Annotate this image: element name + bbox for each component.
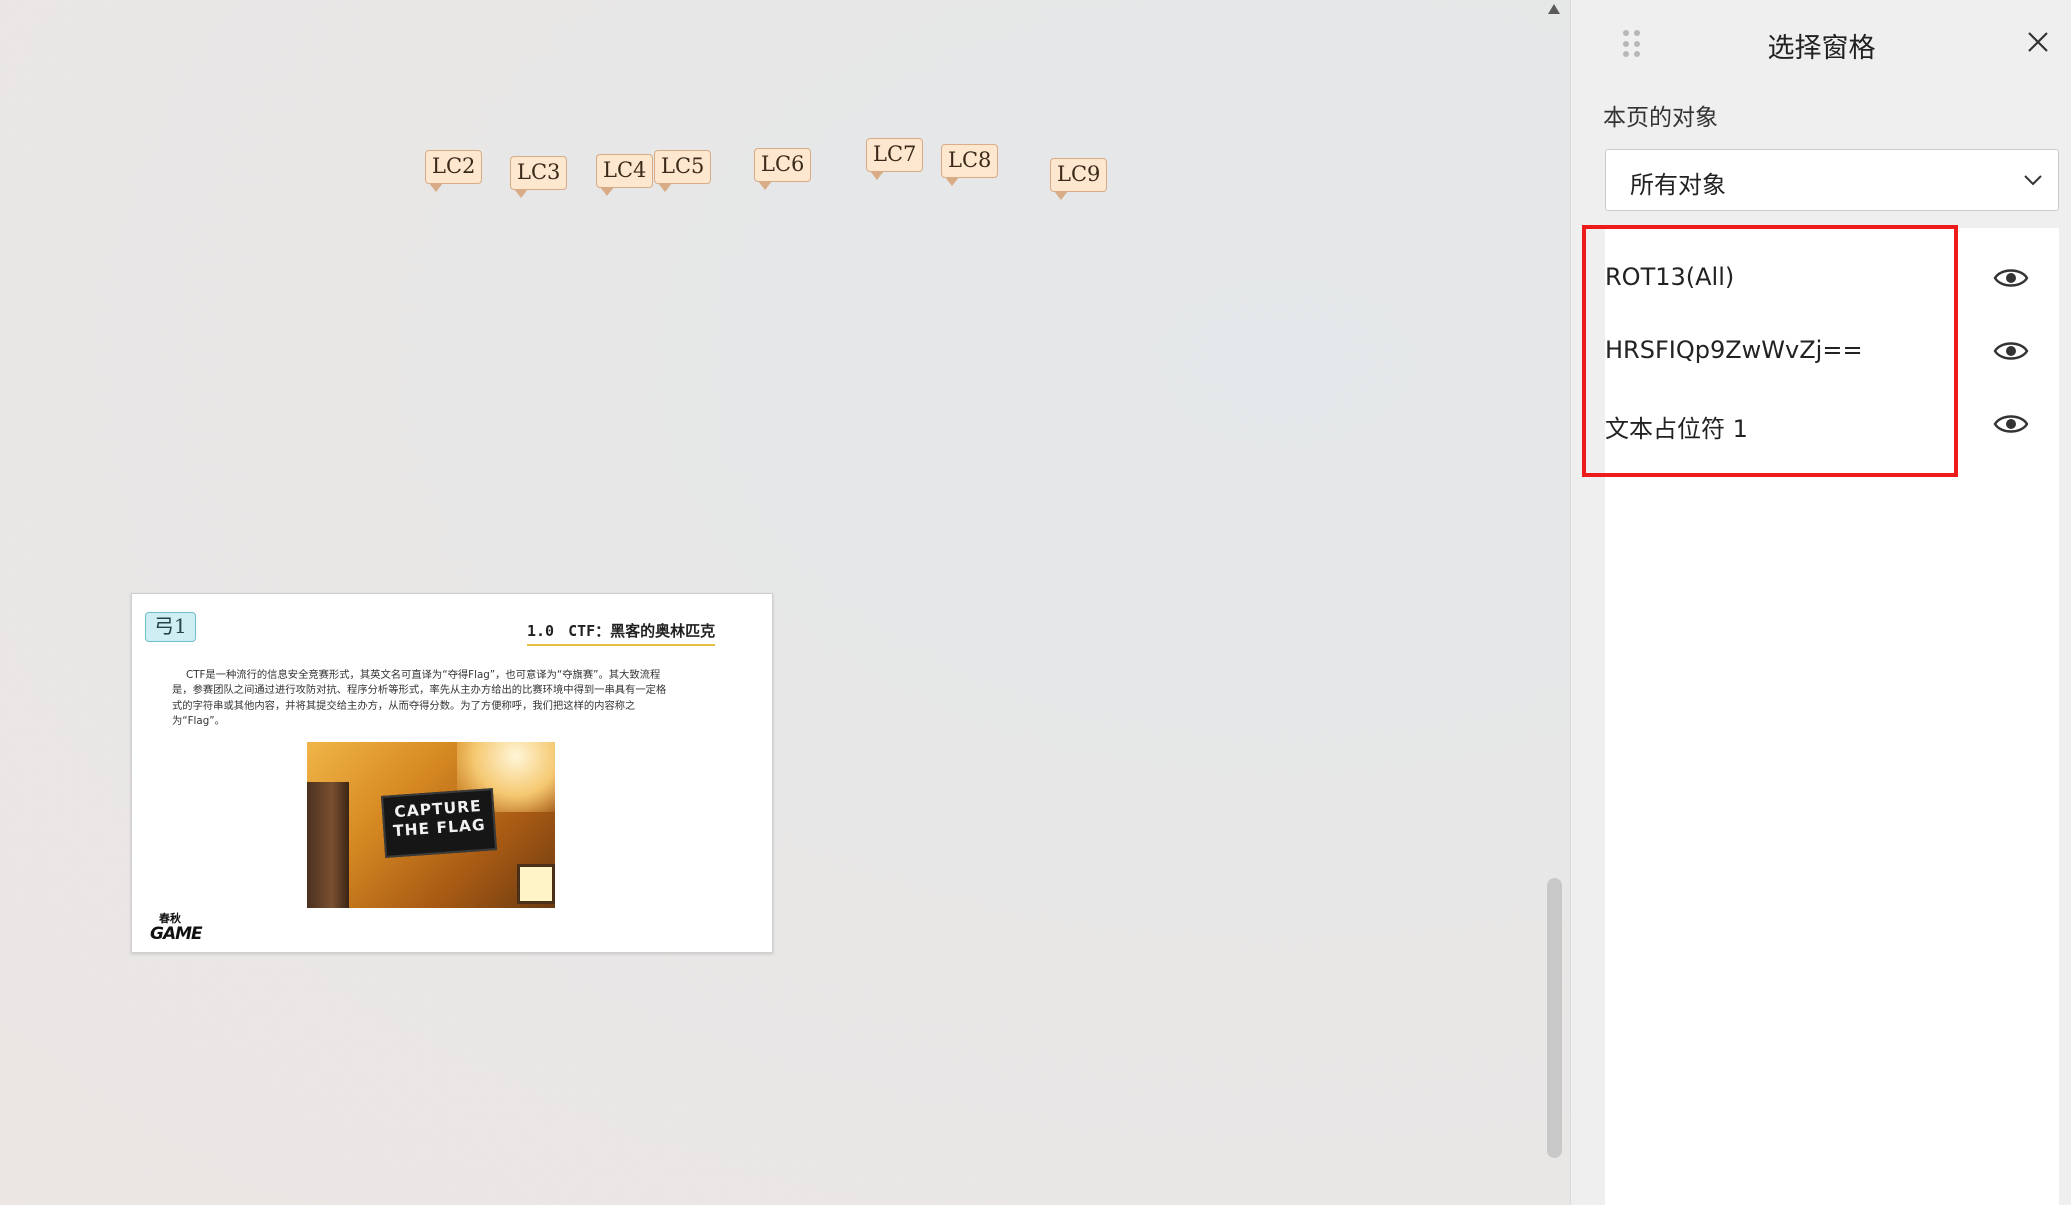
object-name: ROT13(All) <box>1605 263 1735 291</box>
comment-marker[interactable]: LC9 <box>1050 158 1108 200</box>
object-row[interactable]: 文本占位符 1 <box>1605 389 2059 461</box>
object-filter-value: 所有对象 <box>1630 171 1726 199</box>
photo-pillar <box>307 782 349 908</box>
comment-marker[interactable]: LC2 <box>425 150 483 192</box>
comment-marker[interactable]: LC4 <box>596 154 654 196</box>
scroll-up-arrow-icon[interactable] <box>1548 4 1560 14</box>
photo-window <box>517 864 555 904</box>
photo-sign: CAPTURE THE FLAG <box>380 788 498 858</box>
object-row[interactable]: HRSFIQp9ZwWvZj== <box>1605 316 2059 388</box>
comment-marker[interactable]: LC5 <box>654 150 712 192</box>
comment-marker[interactable]: LC3 <box>510 156 568 198</box>
eye-icon[interactable] <box>1993 411 2029 437</box>
object-row[interactable]: ROT13(All) <box>1605 243 2059 315</box>
vertical-scrollbar-thumb[interactable] <box>1547 878 1562 1158</box>
slide-comment-marker[interactable]: 弓1 <box>145 612 196 642</box>
slide-canvas[interactable]: LC2 LC3 LC4 LC5 LC6 LC7 LC8 LC9 弓1 1.0 CT… <box>0 0 1570 1205</box>
slide-heading: 1.0 CTF：黑客的奥林匹克 <box>527 620 716 646</box>
slide-body-text: CTF是一种流行的信息安全竞赛形式，其英文名可直译为“夺得Flag”，也可意译为… <box>172 669 667 728</box>
comment-marker[interactable]: LC7 <box>866 138 924 180</box>
comment-marker[interactable]: LC8 <box>941 144 999 186</box>
chevron-down-icon <box>2024 175 2042 186</box>
object-list: ROT13(All) HRSFIQp9ZwWvZj== 文本占位符 1 <box>1582 225 2059 1205</box>
comment-marker[interactable]: LC6 <box>754 148 812 190</box>
objects-on-page-label: 本页的对象 <box>1603 105 1718 131</box>
selection-pane: 选择窗格 本页的对象 所有对象 ROT13(All) HRSFIQp9ZwWvZ… <box>1570 0 2071 1205</box>
slide-thumbnail[interactable]: 弓1 1.0 CTF：黑客的奥林匹克 CTF是一种流行的信息安全竞赛形式，其英文名… <box>131 593 773 953</box>
capture-the-flag-photo: CAPTURE THE FLAG <box>307 742 555 908</box>
object-name: 文本占位符 1 <box>1605 415 1748 443</box>
close-icon[interactable] <box>2026 30 2050 54</box>
eye-icon[interactable] <box>1993 265 2029 291</box>
object-name: HRSFIQp9ZwWvZj== <box>1605 336 1863 364</box>
game-logo: 春秋 GAME <box>150 912 203 946</box>
slide-heading-title: CTF：黑客的奥林匹克 <box>568 622 716 640</box>
eye-icon[interactable] <box>1993 338 2029 364</box>
pane-title: 选择窗格 <box>1767 33 1876 64</box>
slide-heading-number: 1.0 <box>527 622 555 640</box>
object-filter-dropdown[interactable]: 所有对象 <box>1605 149 2059 211</box>
logo-bottom-text: GAME <box>150 924 203 944</box>
